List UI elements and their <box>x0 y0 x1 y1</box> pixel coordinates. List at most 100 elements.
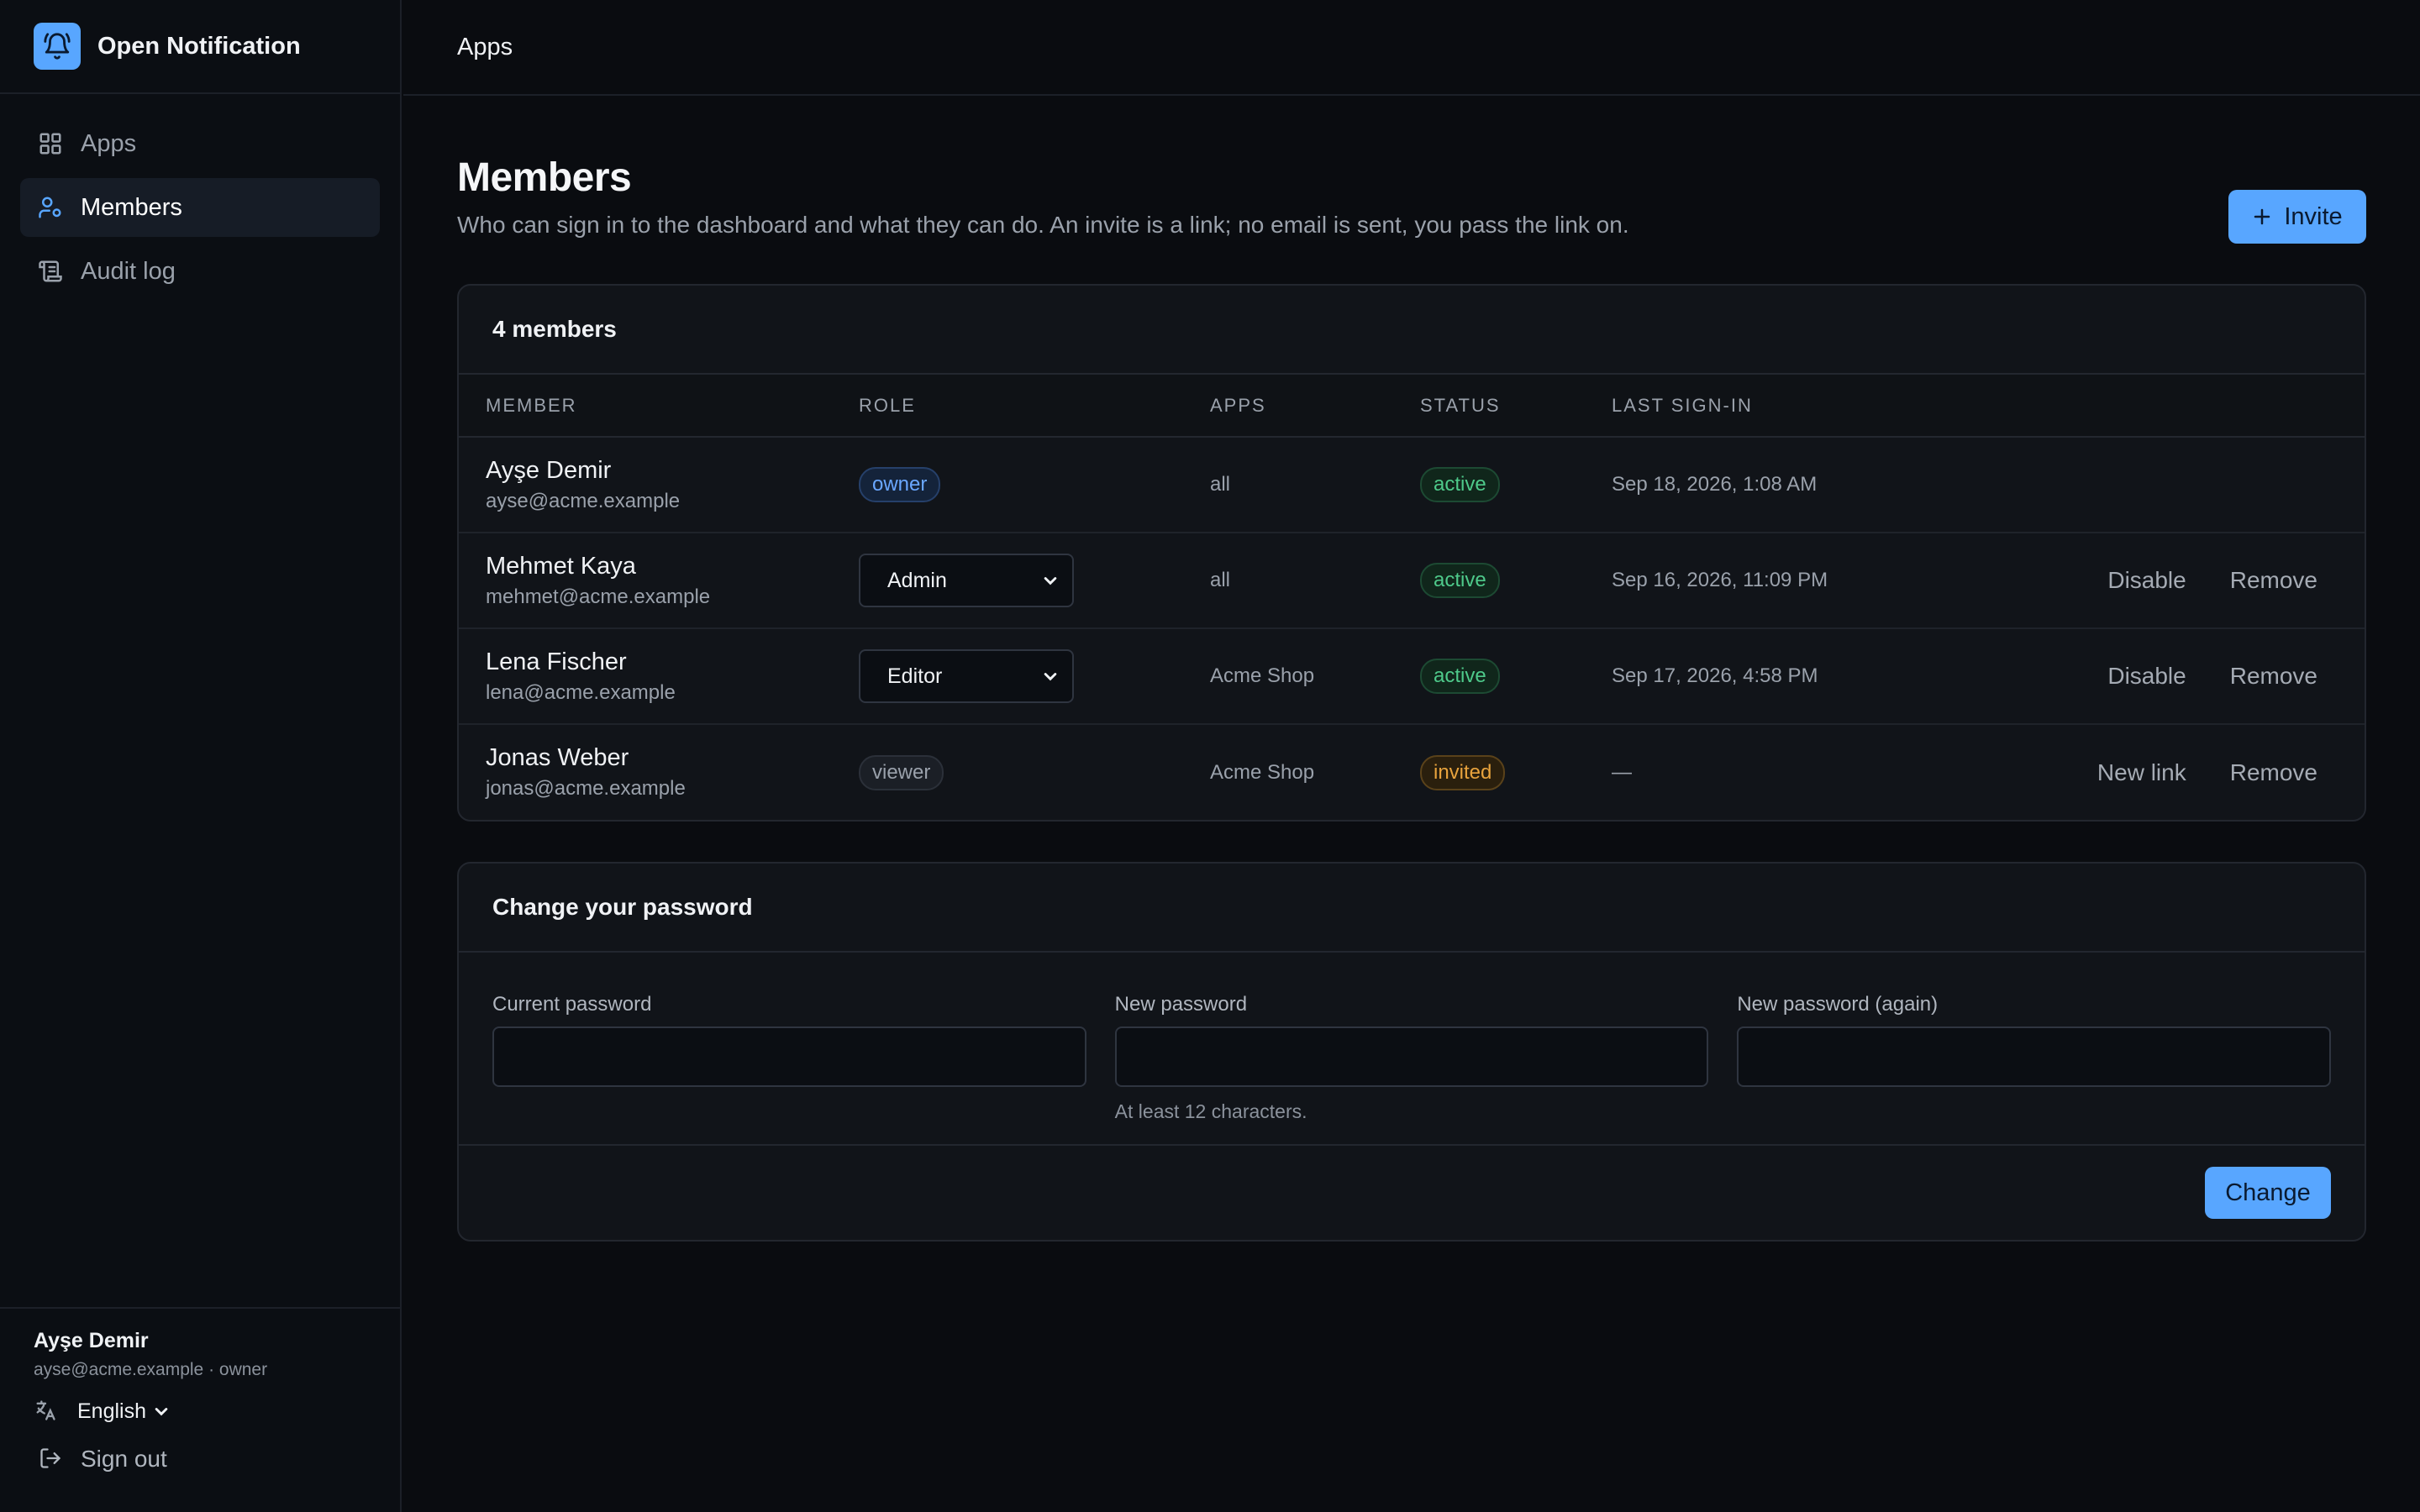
column-header: LAST SIGN-IN <box>1612 375 1921 438</box>
status-badge: active <box>1420 659 1500 694</box>
sidebar-footer: Ayşe Demir ayse@acme.example · owner Eng… <box>0 1307 400 1512</box>
sidebar-item-label: Members <box>81 193 182 221</box>
brand[interactable]: Open Notification <box>0 0 400 94</box>
remove-button[interactable]: Remove <box>2230 759 2317 785</box>
last-sign-in: Sep 16, 2026, 11:09 PM <box>1612 533 1921 629</box>
current-password-label: Current password <box>492 993 652 1016</box>
translate-icon <box>34 1399 59 1424</box>
users-icon <box>37 194 64 221</box>
sidebar-item-members[interactable]: Members <box>20 178 380 237</box>
current-password-group: Current password <box>492 986 1086 1144</box>
change-password-button[interactable]: Change <box>2205 1167 2331 1219</box>
chevron-down-icon <box>153 1403 170 1420</box>
new-password-label: New password <box>1114 993 1248 1016</box>
password-footer: Change <box>459 1146 2365 1240</box>
member-apps: all <box>1210 437 1420 533</box>
members-card: 4 members MEMBER ROLE APPS STATUS LAST S… <box>457 284 2366 822</box>
row-actions: Disable Remove <box>1920 533 2365 629</box>
last-sign-in: Sep 18, 2026, 1:08 AM <box>1612 437 1921 533</box>
table-row: Mehmet Kaya mehmet@acme.example Admin all… <box>459 533 2365 629</box>
role-select[interactable]: Admin <box>859 554 1074 607</box>
chevron-down-icon <box>1042 572 1059 589</box>
main-content: Members Who can sign in to the dashboard… <box>457 96 2366 1242</box>
sign-out-label: Sign out <box>81 1446 167 1472</box>
sidebar-item-label: Audit log <box>81 257 176 285</box>
member-apps: Acme Shop <box>1210 628 1420 725</box>
table-header-row: MEMBER ROLE APPS STATUS LAST SIGN-IN <box>459 375 2365 438</box>
role-badge: owner <box>859 467 941 502</box>
member-name: Jonas Weber <box>486 744 629 771</box>
last-sign-in: — <box>1612 760 1632 784</box>
app-name: Open Notification <box>97 32 301 60</box>
sidebar-nav: Apps Members Audit log <box>0 94 400 301</box>
log-out-icon <box>39 1446 64 1472</box>
column-header: MEMBER <box>459 375 859 438</box>
bell-icon <box>34 23 81 70</box>
password-fields: Current password New password At least 1… <box>459 953 2365 1146</box>
confirm-password-input[interactable] <box>1737 1026 2332 1087</box>
password-hint: At least 12 characters. <box>1114 1100 1307 1122</box>
role-select-value: Admin <box>887 568 947 592</box>
confirm-password-group: New password (again) <box>1737 986 2332 1144</box>
sidebar-item-apps[interactable]: Apps <box>20 114 380 173</box>
disable-button[interactable]: Disable <box>2107 663 2186 689</box>
chevron-down-icon <box>1042 668 1059 685</box>
member-email: lena@acme.example <box>486 680 676 704</box>
role-select-value: Editor <box>887 664 943 688</box>
member-name: Ayşe Demir <box>486 456 612 484</box>
last-sign-in: Sep 17, 2026, 4:58 PM <box>1612 628 1921 725</box>
row-actions: New link Remove <box>1920 724 2365 820</box>
column-header: ROLE <box>859 375 1210 438</box>
page-header: Members Who can sign in to the dashboard… <box>457 96 2366 284</box>
role-badge: viewer <box>859 754 944 790</box>
member-name: Mehmet Kaya <box>486 552 636 580</box>
remove-button[interactable]: Remove <box>2230 567 2317 593</box>
status-badge: invited <box>1420 754 1506 790</box>
plus-icon <box>2252 207 2272 227</box>
language-select[interactable]: English <box>34 1399 366 1424</box>
sidebar-item-label: Apps <box>81 129 137 157</box>
sidebar-item-audit-log[interactable]: Audit log <box>20 242 380 301</box>
status-badge: active <box>1420 563 1500 598</box>
member-apps: all <box>1210 533 1420 629</box>
sidebar: Open Notification Apps Members Audit log… <box>0 0 402 1512</box>
user-meta: ayse@acme.example · owner <box>34 1360 268 1379</box>
row-actions <box>1920 437 2365 533</box>
invite-button[interactable]: Invite <box>2228 190 2366 244</box>
new-password-input[interactable] <box>1114 1026 1709 1087</box>
column-header: APPS <box>1210 375 1420 438</box>
sign-out-button[interactable]: Sign out <box>34 1446 366 1473</box>
column-header-actions <box>1920 375 2365 438</box>
page-title: Members <box>457 155 632 200</box>
page-subtitle: Who can sign in to the dashboard and wha… <box>457 212 1629 238</box>
change-password-card: Change your password Current password Ne… <box>457 862 2366 1242</box>
members-table: MEMBER ROLE APPS STATUS LAST SIGN-IN Ayş… <box>459 375 2365 820</box>
grid-icon <box>37 130 64 157</box>
remove-button[interactable]: Remove <box>2230 663 2317 689</box>
member-email: mehmet@acme.example <box>486 585 711 608</box>
scroll-icon <box>37 258 64 285</box>
member-name: Lena Fischer <box>486 648 627 675</box>
new-link-button[interactable]: New link <box>2097 759 2186 785</box>
user-name: Ayşe Demir <box>34 1329 149 1352</box>
member-email: ayse@acme.example <box>486 489 681 512</box>
table-row: Lena Fischer lena@acme.example Editor Acm… <box>459 628 2365 725</box>
change-password-title: Change your password <box>459 864 2365 953</box>
table-row: Jonas Weber jonas@acme.example viewer Acm… <box>459 724 2365 820</box>
language-label: English <box>77 1399 146 1423</box>
invite-label: Invite <box>2284 202 2343 230</box>
role-select[interactable]: Editor <box>859 649 1074 703</box>
member-email: jonas@acme.example <box>486 777 686 800</box>
topbar: Apps <box>403 0 2420 96</box>
member-apps: Acme Shop <box>1210 760 1315 784</box>
current-password-input[interactable] <box>492 1026 1086 1087</box>
confirm-password-label: New password (again) <box>1737 993 1939 1016</box>
row-actions: Disable Remove <box>1920 628 2365 725</box>
table-row: Ayşe Demir ayse@acme.example owner all ac… <box>459 437 2365 533</box>
breadcrumb[interactable]: Apps <box>457 34 513 61</box>
disable-button[interactable]: Disable <box>2107 567 2186 593</box>
status-badge: active <box>1420 467 1500 502</box>
column-header: STATUS <box>1420 375 1612 438</box>
members-count: 4 members <box>459 286 2365 375</box>
new-password-group: New password At least 12 characters. <box>1114 986 1709 1144</box>
